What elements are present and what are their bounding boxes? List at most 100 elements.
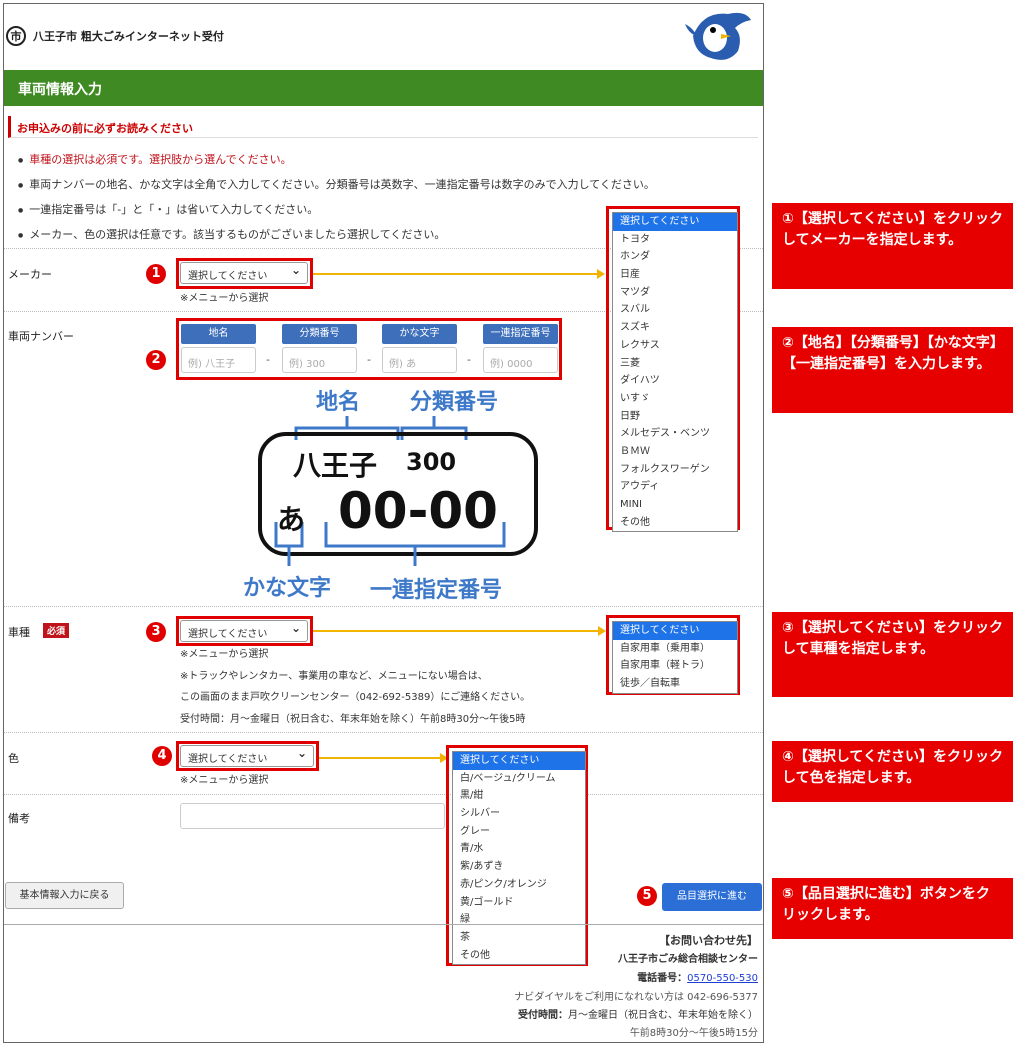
dropdown-option[interactable]: スバル (613, 301, 737, 319)
notice-item: 車両ナンバーの地名、かな文字は全角で入力してください。分類番号は英数字、一連指定… (18, 176, 655, 192)
dropdown-option[interactable]: 茶 (453, 929, 585, 947)
plate-class-input[interactable]: 例) 300 (282, 347, 357, 373)
dropdown-option[interactable]: 紫/あずき (453, 858, 585, 876)
plate-region-input[interactable]: 例) 八王子 (181, 347, 256, 373)
next-button[interactable]: 品目選択に進む (662, 883, 762, 911)
dropdown-option[interactable]: 三菱 (613, 355, 737, 373)
dropdown-option[interactable]: 緑 (453, 911, 585, 929)
maker-select[interactable]: 選択してください (180, 262, 308, 284)
dropdown-option[interactable]: グレー (453, 823, 585, 841)
dropdown-option[interactable]: その他 (453, 947, 585, 965)
maker-label: メーカー (8, 268, 52, 281)
dropdown-option[interactable]: 黒/紺 (453, 787, 585, 805)
diagram-plate-class: 300 (406, 448, 457, 476)
vehicle-type-hours: 受付時間：月～金曜日（祝日含む、年末年始を除く）午前8時30分～午後5時 (180, 714, 526, 725)
vehicle-type-note: ※トラックやレンタカー、事業用の車など、メニューにない場合は、 (180, 671, 488, 682)
notice-heading: お申込みの前に必ずお読みください (8, 116, 758, 138)
dropdown-option[interactable]: ダイハツ (613, 372, 737, 390)
dropdown-option[interactable]: ＢＭＷ (613, 443, 737, 461)
dropdown-option[interactable]: 黄/ゴールド (453, 894, 585, 912)
maker-dropdown[interactable]: 選択してください トヨタ ホンダ 日産 マツダ スバル スズキ レクサス 三菱 … (612, 212, 738, 533)
divider (4, 924, 763, 925)
diagram-plate-kana: あ (277, 503, 306, 536)
plate-kana-input[interactable]: 例) あ (382, 347, 457, 373)
contact-hours-row: 受付時間：月～金曜日（祝日含む、年末年始を除く） (518, 1006, 758, 1021)
contact-center: 八王子市ごみ総合相談センター (618, 954, 758, 965)
dropdown-option[interactable]: MINI (613, 496, 737, 514)
notice-item: 車種の選択は必須です。選択肢から選んでください。 (18, 151, 291, 167)
dropdown-option[interactable]: シルバー (453, 805, 585, 823)
required-badge: 必須 (43, 623, 70, 638)
dropdown-option[interactable]: トヨタ (613, 231, 737, 249)
dropdown-option[interactable]: 自家用車（軽トラ） (613, 657, 737, 675)
dropdown-option[interactable]: メルセデス・ベンツ (613, 425, 737, 443)
arrow (319, 757, 441, 759)
diagram-label-kana: かな文字 (243, 576, 332, 601)
arrowhead (597, 269, 605, 279)
remarks-input[interactable] (180, 803, 445, 829)
contact-phone-label: 電話番号： (637, 973, 688, 984)
notice-item: 一連指定番号は「-」と「・」は省いて入力してください。 (18, 201, 318, 217)
dropdown-option[interactable]: 日産 (613, 266, 737, 284)
color-note: ※メニューから選択 (180, 775, 269, 786)
diagram-plate-serial: 00-00 (338, 482, 498, 540)
highlight-box: 選択してください 白/ベージュ/クリーム 黒/紺 シルバー グレー 青/水 紫/… (446, 745, 588, 966)
back-button[interactable]: 基本情報入力に戻る (5, 882, 124, 909)
step-number: 1 (146, 264, 166, 284)
plate-header-class: 分類番号 (282, 324, 357, 344)
remarks-label: 備考 (8, 812, 30, 825)
vehicle-type-dropdown[interactable]: 選択してください 自家用車（乗用車） 自家用車（軽トラ） 徒歩／自転車 (612, 621, 738, 694)
annotation-panel-4: ④【選択してください】をクリックして色を指定します。 (772, 741, 1013, 802)
dropdown-option[interactable]: いすゞ (613, 390, 737, 408)
plate-header-region: 地名 (181, 324, 256, 344)
diagram-plate-region: 八王子 (293, 449, 378, 482)
vehicle-type-select[interactable]: 選択してください (180, 620, 308, 642)
dropdown-option[interactable]: 徒歩／自転車 (613, 675, 737, 693)
dropdown-option[interactable]: スズキ (613, 319, 737, 337)
dropdown-option[interactable]: 青/水 (453, 840, 585, 858)
dropdown-option[interactable]: 白/ベージュ/クリーム (453, 770, 585, 788)
contact-heading: 【お問い合わせ先】 (659, 934, 758, 947)
page-title: 車両情報入力 (18, 82, 102, 98)
highlight-box: 選択してください 自家用車（乗用車） 自家用車（軽トラ） 徒歩／自転車 (606, 615, 740, 695)
highlight-box: 選択してください トヨタ ホンダ 日産 マツダ スバル スズキ レクサス 三菱 … (606, 206, 740, 533)
divider (4, 606, 763, 607)
city-logo-icon: 市 (6, 26, 26, 46)
step-number: 5 (637, 886, 657, 906)
page-title-bar: 車両情報入力 (4, 70, 763, 106)
dropdown-option[interactable]: マツダ (613, 284, 737, 302)
separator: - (367, 353, 371, 366)
arrow (313, 630, 600, 632)
dropdown-option[interactable]: 選択してください (613, 213, 737, 231)
dropdown-option[interactable]: ホンダ (613, 248, 737, 266)
dropdown-option[interactable]: 日野 (613, 408, 737, 426)
plate-serial-input[interactable]: 例) 0000 (483, 347, 558, 373)
contact-phone-row: 電話番号：0570-550-530 (637, 969, 758, 984)
dropdown-option[interactable]: アウディ (613, 478, 737, 496)
contact-hours2: 午前8時30分～午後5時15分 (629, 1028, 758, 1039)
separator: - (266, 353, 270, 366)
annotation-panel-2: ②【地名】【分類番号】【かな文字】【一連指定番号】を入力します。 (772, 327, 1013, 413)
divider (4, 794, 763, 795)
dropdown-option[interactable]: レクサス (613, 337, 737, 355)
plate-header-serial: 一連指定番号 (483, 324, 558, 344)
annotation-panel-5: ⑤【品目選択に進む】ボタンをクリックします。 (772, 878, 1013, 939)
vehicle-type-note: ※メニューから選択 (180, 649, 269, 660)
maker-note: ※メニューから選択 (180, 293, 269, 304)
color-dropdown[interactable]: 選択してください 白/ベージュ/クリーム 黒/紺 シルバー グレー 青/水 紫/… (452, 751, 586, 966)
dropdown-option[interactable]: 選択してください (453, 752, 585, 770)
arrowhead (598, 626, 606, 636)
color-select[interactable]: 選択してください (180, 745, 314, 767)
diagram-label-serial: 一連指定番号 (370, 578, 503, 603)
separator: - (467, 353, 471, 366)
contact-hours-label: 受付時間： (518, 1010, 568, 1021)
contact-phone-link[interactable]: 0570-550-530 (687, 973, 758, 984)
dropdown-option[interactable]: 選択してください (613, 622, 737, 640)
dropdown-option[interactable]: 自家用車（乗用車） (613, 640, 737, 658)
dropdown-option[interactable]: 赤/ピンク/オレンジ (453, 876, 585, 894)
dropdown-option[interactable]: その他 (613, 514, 737, 532)
annotation-panel-1: ①【選択してください】をクリックしてメーカーを指定します。 (772, 203, 1013, 289)
dropdown-option[interactable]: フォルクスワーゲン (613, 461, 737, 479)
divider (4, 732, 763, 733)
color-label: 色 (8, 752, 19, 765)
